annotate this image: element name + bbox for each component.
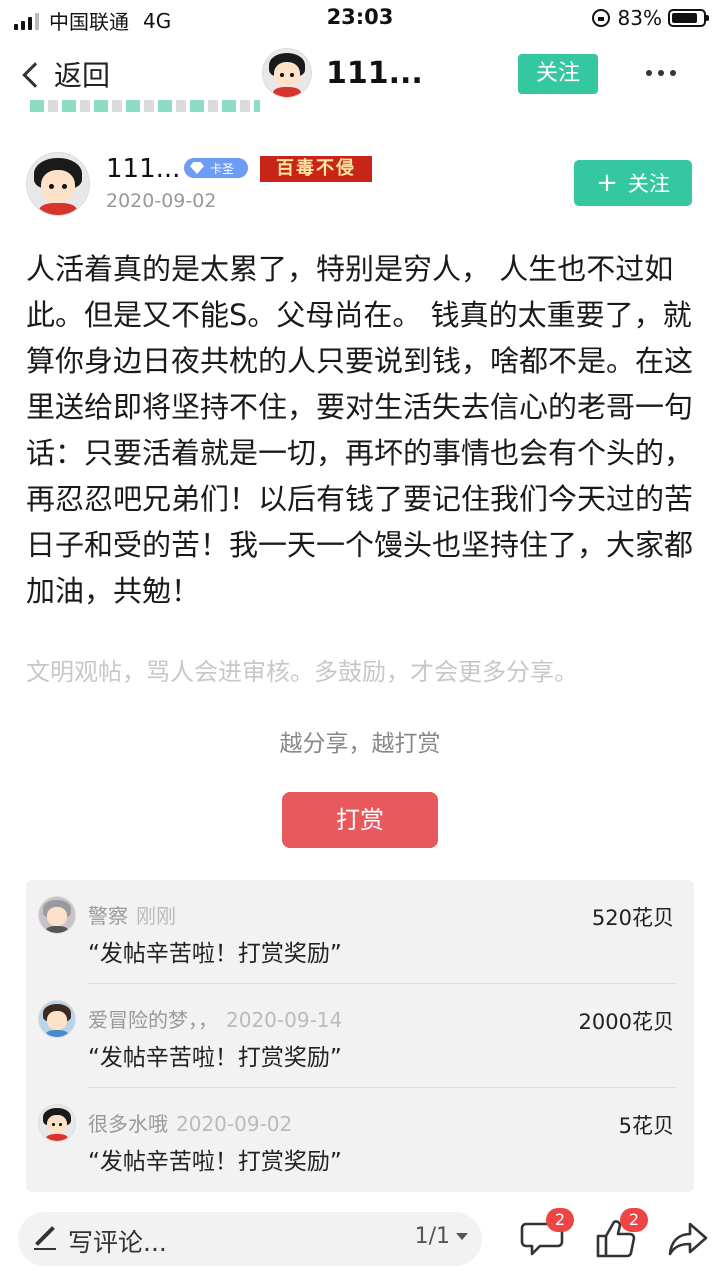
level-badge-label: 卡圣 [210, 161, 235, 176]
title-badge: 百毒不侵 [260, 156, 372, 182]
list-item: 很多水哦 2020-09-02 “发帖辛苦啦！打赏奖励” 5花贝 [26, 1088, 694, 1192]
author-row: 111... 卡圣 百毒不侵 2020-09-02 + 关注 [26, 152, 696, 222]
page-indicator: 1/1 [414, 1224, 450, 1249]
tip-message: “发帖辛苦啦！打赏奖励” [88, 1045, 342, 1071]
civility-notice: 文明观帖，骂人会进审核。多鼓励，才会更多分享。 [26, 658, 578, 686]
tip-time: 2020-09-02 [176, 1112, 293, 1136]
status-bar: 中国联通 4G 23:03 83% [0, 0, 720, 36]
tip-amount: 520花贝 [591, 906, 674, 930]
post-content: 人活着真的是太累了，特别是穷人， 人生也不过如此。但是又不能S。父母尚在。 钱真… [26, 252, 694, 608]
back-button[interactable]: 返回 [22, 54, 111, 94]
list-item: 警察 刚刚 “发帖辛苦啦！打赏奖励” 520花贝 [26, 880, 694, 984]
tip-amount: 2000花贝 [578, 1010, 674, 1034]
like-count-badge: 2 [620, 1208, 648, 1232]
follow-label: 关注 [627, 172, 670, 196]
nav-user[interactable]: 111... [262, 48, 423, 98]
tip-button[interactable]: 打赏 [282, 792, 438, 848]
comment-placeholder: 写评论... [68, 1228, 167, 1257]
tipper-info: 警察 刚刚 [88, 900, 176, 929]
tipper-name[interactable]: 警察 [88, 904, 128, 928]
tip-slogan: 越分享，越打赏 [279, 731, 441, 757]
chevron-left-icon [22, 62, 48, 88]
nav-follow-button[interactable]: 关注 [518, 54, 598, 94]
battery-percent: 83% [617, 6, 662, 30]
caret-down-icon [456, 1233, 468, 1240]
plus-icon: + [596, 168, 618, 198]
post-date: 2020-09-02 [106, 190, 217, 212]
tipper-info: 爱冒险的梦，， 2020-09-14 [88, 1004, 342, 1033]
scrolled-content-peek [30, 100, 270, 114]
comment-input[interactable]: 写评论... 1/1 [18, 1212, 482, 1266]
tipper-name[interactable]: 爱冒险的梦，， [88, 1008, 218, 1032]
pencil-icon [34, 1226, 56, 1250]
share-button[interactable] [666, 1216, 710, 1260]
tipper-avatar[interactable] [38, 1000, 76, 1038]
tips-list: 警察 刚刚 “发帖辛苦啦！打赏奖励” 520花贝 爱冒险的梦，， 2020-09-1… [26, 880, 694, 1192]
level-badge: 卡圣 [184, 158, 248, 178]
comments-button[interactable]: 2 [520, 1208, 574, 1260]
tipper-info: 很多水哦 2020-09-02 [88, 1108, 292, 1137]
diamond-icon [190, 162, 204, 174]
tip-amount: 5花贝 [618, 1114, 674, 1138]
avatar [262, 48, 312, 98]
share-icon [668, 1222, 708, 1256]
nav-title: 111... [326, 55, 423, 91]
tip-message: “发帖辛苦啦！打赏奖励” [88, 941, 342, 967]
page-selector[interactable]: 1/1 [415, 1224, 468, 1249]
list-item: 爱冒险的梦，， 2020-09-14 “发帖辛苦啦！打赏奖励” 2000花贝 [26, 984, 694, 1088]
like-button[interactable]: 2 [594, 1208, 648, 1260]
rotation-lock-icon [591, 9, 610, 27]
author-avatar[interactable] [26, 152, 90, 216]
back-label: 返回 [54, 59, 111, 92]
tip-time: 2020-09-14 [226, 1008, 343, 1032]
tipper-name[interactable]: 很多水哦 [88, 1112, 168, 1136]
tipper-avatar[interactable] [38, 896, 76, 934]
more-icon[interactable] [646, 70, 676, 76]
tip-time: 刚刚 [136, 904, 176, 928]
status-right: 83% [591, 6, 709, 30]
bottom-bar: 写评论... 1/1 2 2 [0, 1206, 720, 1280]
tip-message: “发帖辛苦啦！打赏奖励” [88, 1149, 342, 1175]
follow-button[interactable]: + 关注 [574, 160, 692, 206]
tipper-avatar[interactable] [38, 1104, 76, 1142]
author-name[interactable]: 111... [106, 154, 180, 184]
comment-count-badge: 2 [546, 1208, 574, 1232]
battery-icon [668, 9, 709, 27]
